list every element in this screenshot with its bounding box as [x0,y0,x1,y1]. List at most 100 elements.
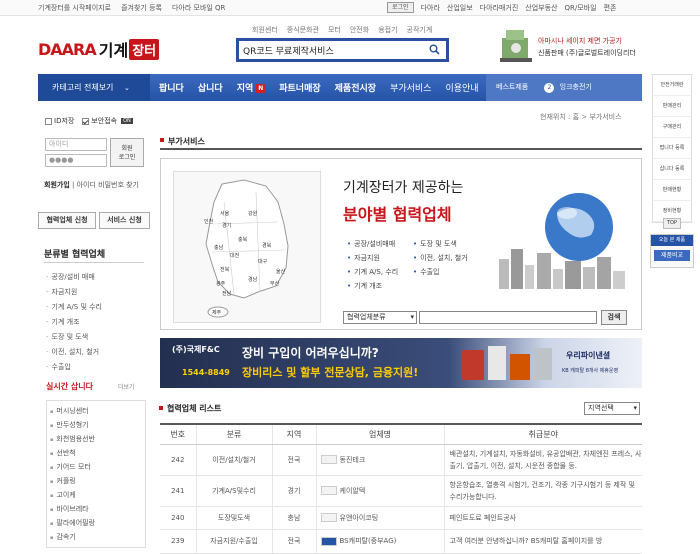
region-seoul[interactable]: 서울 [220,210,229,217]
family-link-realestate[interactable]: 산업부동산 [525,3,557,13]
category-item[interactable]: 수출입 [46,360,102,375]
partner-service-item[interactable]: 기계 A/S, 수리 [347,265,398,279]
save-id-checkbox[interactable]: ID저장 [45,116,74,126]
partner-service-item[interactable]: 자금지원 [347,251,398,265]
partner-service-item[interactable]: 이전, 설치, 철거 [413,251,468,265]
search-button[interactable] [424,41,446,59]
region-gwangju[interactable]: 광주 [216,280,225,287]
region-daegu[interactable]: 대구 [258,258,267,265]
nav-sell[interactable]: 팝니다 [159,81,184,94]
realtime-item[interactable]: 화천범용선반 [50,432,142,446]
join-link[interactable]: 회원가입 [44,181,70,189]
region-jeonnam[interactable]: 전남 [222,290,231,297]
realtime-item[interactable]: 만두성형기 [50,418,142,432]
search-input[interactable] [243,43,423,58]
subnav-link[interactable]: 모터 [328,25,341,35]
service-apply-button[interactable]: 서비스 신청 [99,212,150,229]
top-login-button[interactable]: 로그인 [387,2,414,13]
region-chungbuk[interactable]: 충북 [238,236,247,243]
login-button[interactable]: 회원 로그인 [110,138,144,167]
subnav-link[interactable]: 공작기계 [407,25,433,35]
row-company[interactable]: BS캐피탈(중부AG) [316,529,445,554]
region-gangwon[interactable]: 강원 [248,210,257,217]
partner-apply-button[interactable]: 협력업체 신청 [38,212,96,229]
scroll-top-button[interactable]: TOP [663,218,681,229]
bookmark-link[interactable]: 즐겨찾기 등록 [121,3,162,13]
partner-category-select[interactable]: 협력업체분류 ▾ [343,311,417,324]
partner-search-input[interactable] [419,311,597,324]
partner-service-item[interactable]: 도장 및 도색 [413,237,468,251]
category-item[interactable]: 기계 개조 [46,315,102,330]
region-gyeongbuk[interactable]: 경북 [262,242,271,249]
row-company[interactable]: 동진테크 [316,444,445,476]
subnav-link[interactable]: 용접기 [378,25,397,35]
category-item[interactable]: 자금지원 [46,285,102,300]
region-busan[interactable]: 부산 [270,280,279,287]
subnav-link[interactable]: 회원센터 [252,25,278,35]
side-menu-item[interactable]: 구매관리 [653,117,691,138]
partner-service-item[interactable]: 공장/설비매매 [347,237,398,251]
table-row[interactable]: 241 기계A/S및수리 경기 케이알텍 항온항습조, 열충격 시험기, 건조기… [160,475,642,507]
side-menu-item[interactable]: 판매관리 [653,96,691,117]
region-jeonbuk[interactable]: 전북 [220,266,229,273]
realtime-item[interactable]: 감속기 [50,530,142,544]
set-homepage-link[interactable]: 기계장터를 시작페이지로 [38,3,111,13]
side-menu-item[interactable]: 삽니다 등록 [653,159,691,180]
region-gyeonggi[interactable]: 경기 [222,222,231,229]
region-select[interactable]: 지역선택 ▾ [584,402,640,415]
partner-search-button[interactable]: 검색 [601,310,627,325]
mobile-qr-link[interactable]: 다아라 모바일 QR [172,3,225,13]
id-field[interactable]: 아이디 [45,138,107,151]
side-menu-item[interactable]: 판매현황 [653,180,691,201]
category-all-button[interactable]: 카테고리 전체보기 ⌄ [38,74,150,101]
find-account-link[interactable]: 아이디 비밀번호 찾기 [77,181,139,189]
region-chungnam[interactable]: 충남 [214,244,223,251]
subnav-link[interactable]: 중식문화관 [287,25,319,35]
lease-ad-banner[interactable]: (주)국제F&C 1544-8849 장비 구입이 어려우십니까? 장비리스 및… [160,338,642,388]
realtime-item[interactable]: 팔라에어필랑 [50,516,142,530]
korea-map[interactable]: 서울 경기 강원 충북 충남 대전 경북 대구 전북 광주 울산 부산 전남 경… [173,171,321,323]
header-ad-banner[interactable]: 아마시나 세이지 제면 가공기 신품판매 (주)글로벌트레이딩리더 [498,24,641,66]
partner-service-item[interactable]: 수출입 [413,265,468,279]
side-menu-item[interactable]: 팝니다 등록 [653,138,691,159]
nav-region[interactable]: 지역 N [237,81,266,94]
realtime-item[interactable]: 기어드 모터 [50,460,142,474]
row-company[interactable]: 케이알텍 [316,475,445,507]
realtime-item[interactable]: 바이브레타 [50,502,142,516]
nav-partner-store[interactable]: 파트너매장 [279,81,320,94]
family-link-magazine[interactable]: 다아라매거진 [480,3,519,13]
realtime-item[interactable]: 고이케 [50,488,142,502]
family-link-more[interactable]: 편존 [604,3,617,13]
row-company[interactable]: 유앤아이코팅 [316,506,445,530]
region-jeju[interactable]: 제주 [212,309,221,316]
family-link-news[interactable]: 산업일보 [447,3,473,13]
partner-service-item[interactable]: 기계 개조 [347,279,398,293]
table-row[interactable]: 242 이전/설치/철거 전국 동진테크 배관설치, 기계설치, 자동화설비, … [160,444,642,476]
category-item[interactable]: 공장/설비 매매 [46,270,102,285]
category-item[interactable]: 이전, 설치, 철거 [46,345,102,360]
table-row[interactable]: 239 자금지원/수출입 전국 BS캐피탈(중부AG) 고객 여러분 안녕하십니… [160,529,642,554]
realtime-more-link[interactable]: 더보기 [118,382,135,391]
family-link-daara[interactable]: 다아라 [421,3,440,13]
compare-button[interactable]: 제품비교 [654,250,690,261]
category-item[interactable]: 기계 A/S 및 수리 [46,300,102,315]
realtime-item[interactable]: 선반척 [50,446,142,460]
site-logo[interactable]: DAARA 기계 장터 [38,38,160,60]
region-daejeon[interactable]: 대전 [230,252,239,259]
realtime-item[interactable]: 머시닝센터 [50,404,142,418]
realtime-item[interactable]: 커플링 [50,474,142,488]
nav-buy[interactable]: 삽니다 [198,81,223,94]
secure-login-checkbox[interactable]: 보안접속 ON [82,116,133,126]
region-gyeongnam[interactable]: 경남 [248,276,257,283]
nav-extra-services[interactable]: 부가서비스 [390,81,431,94]
side-menu-item[interactable]: 안전거래란 [653,75,691,96]
family-link-mobile[interactable]: QR/모바일 [565,3,597,13]
password-field[interactable]: ●●●● [45,154,107,167]
region-ulsan[interactable]: 울산 [276,268,285,275]
nav-guide[interactable]: 이용안내 [445,81,478,94]
table-row[interactable]: 240 도장및도색 충남 유앤아이코팅 페인트도료 페인트공사 [160,506,642,530]
subnav-link[interactable]: 안전화 [350,25,369,35]
region-incheon[interactable]: 인천 [204,218,213,225]
best-products-ticker[interactable]: 베스트제품 2 잉크충전기 [486,74,642,101]
nav-showroom[interactable]: 제품전시장 [335,81,376,94]
